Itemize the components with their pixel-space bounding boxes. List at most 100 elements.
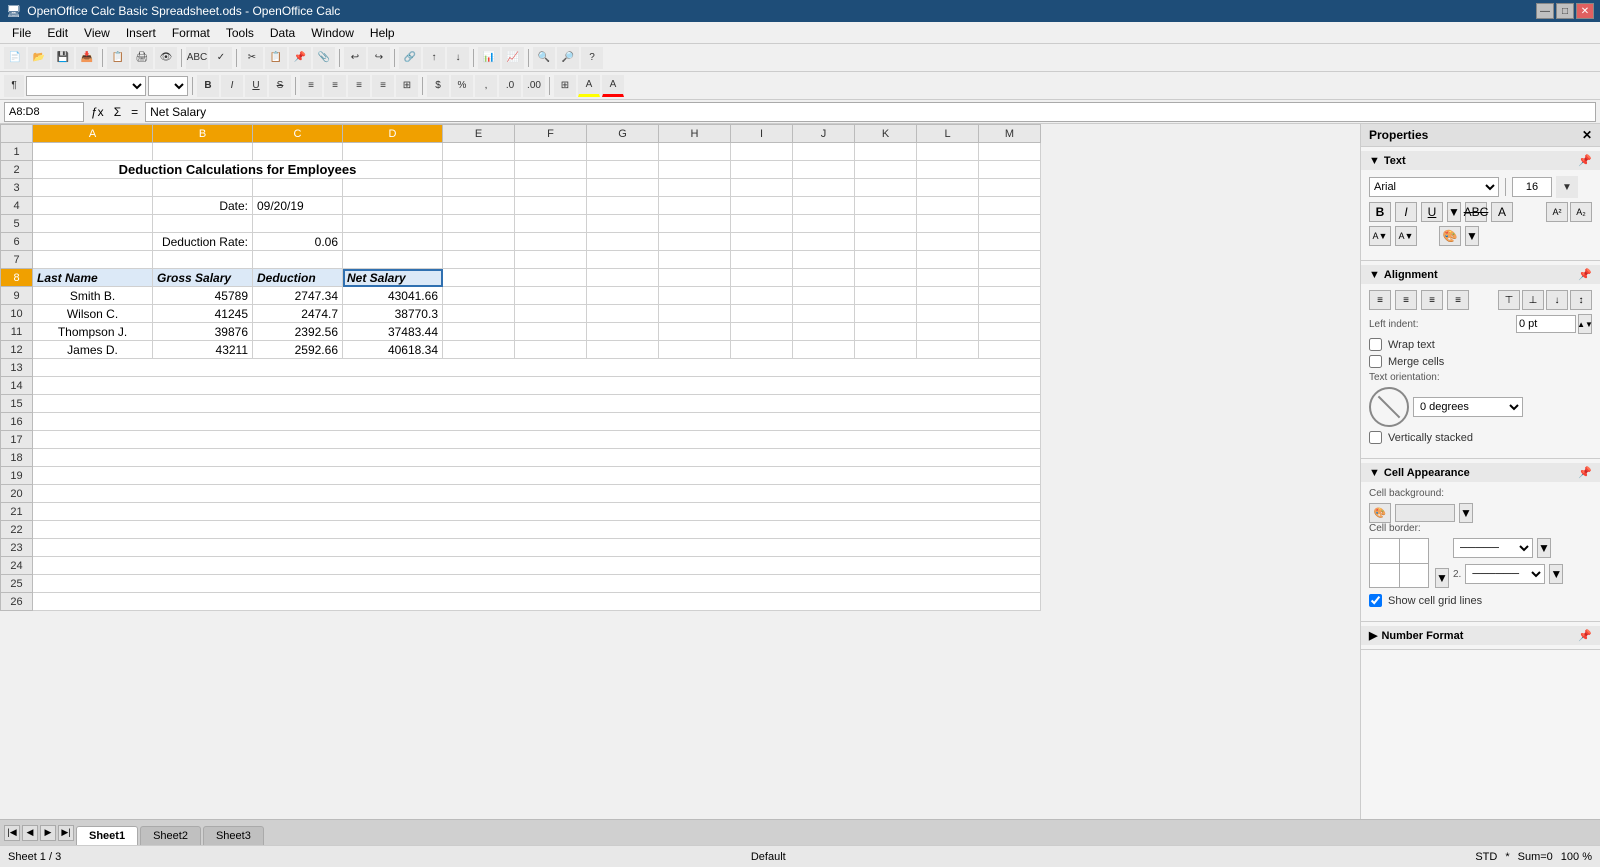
- align-bottom-btn[interactable]: ↓: [1546, 290, 1568, 310]
- cell-g2[interactable]: [587, 161, 659, 179]
- cell-k2[interactable]: [855, 161, 917, 179]
- cell-h10[interactable]: [659, 305, 731, 323]
- cell-k9[interactable]: [855, 287, 917, 305]
- row-header-3[interactable]: 3: [1, 179, 33, 197]
- maximize-button[interactable]: □: [1556, 3, 1574, 19]
- cell-d8[interactable]: Net Salary: [343, 269, 443, 287]
- cell-g12[interactable]: [587, 341, 659, 359]
- left-indent-input[interactable]: [1516, 315, 1576, 333]
- cell-l4[interactable]: [917, 197, 979, 215]
- strikethrough-button[interactable]: S: [269, 75, 291, 97]
- open-button[interactable]: 📂: [28, 47, 50, 69]
- cell-f10[interactable]: [515, 305, 587, 323]
- row-header-23[interactable]: 23: [1, 539, 33, 557]
- menu-window[interactable]: Window: [303, 24, 362, 42]
- cell-j2[interactable]: [793, 161, 855, 179]
- cell-m4[interactable]: [979, 197, 1041, 215]
- cell-h4[interactable]: [659, 197, 731, 215]
- preview-button[interactable]: 👁: [155, 47, 177, 69]
- vertically-stacked-checkbox[interactable]: [1369, 431, 1382, 444]
- close-button[interactable]: ✕: [1576, 3, 1594, 19]
- cell-m5[interactable]: [979, 215, 1041, 233]
- panel-font-size-input[interactable]: [1512, 177, 1552, 197]
- cell-k4[interactable]: [855, 197, 917, 215]
- text-section-header[interactable]: ▼ Text 📌: [1361, 151, 1600, 170]
- panel-subscript-button[interactable]: A₂: [1570, 202, 1592, 222]
- cell-b10[interactable]: 41245: [153, 305, 253, 323]
- menu-tools[interactable]: Tools: [218, 24, 262, 42]
- dec-increase-button[interactable]: .0: [499, 75, 521, 97]
- cell-m3[interactable]: [979, 179, 1041, 197]
- cell-l2[interactable]: [917, 161, 979, 179]
- cell-row13[interactable]: [33, 359, 1041, 377]
- cell-h11[interactable]: [659, 323, 731, 341]
- align-right-btn[interactable]: ≡: [1421, 290, 1443, 310]
- sheet-tab-next[interactable]: ▶: [40, 825, 56, 841]
- cell-m11[interactable]: [979, 323, 1041, 341]
- sum-icon[interactable]: Σ: [111, 105, 124, 119]
- cell-b9[interactable]: 45789: [153, 287, 253, 305]
- panel-underline-button[interactable]: U: [1421, 202, 1443, 222]
- cell-m8[interactable]: [979, 269, 1041, 287]
- cell-j11[interactable]: [793, 323, 855, 341]
- row-header-1[interactable]: 1: [1, 143, 33, 161]
- panel-strikethrough-button[interactable]: ABC: [1465, 202, 1487, 222]
- cell-row23[interactable]: [33, 539, 1041, 557]
- panel-close-button[interactable]: ✕: [1582, 128, 1592, 142]
- cell-c5[interactable]: [253, 215, 343, 233]
- col-header-i[interactable]: I: [731, 125, 793, 143]
- cell-d3[interactable]: [343, 179, 443, 197]
- merge-button[interactable]: ⊞: [396, 75, 418, 97]
- col-header-g[interactable]: G: [587, 125, 659, 143]
- row-header-16[interactable]: 16: [1, 413, 33, 431]
- panel-bold-button[interactable]: B: [1369, 202, 1391, 222]
- cell-row21[interactable]: [33, 503, 1041, 521]
- cell-l7[interactable]: [917, 251, 979, 269]
- cell-h9[interactable]: [659, 287, 731, 305]
- cell-d11[interactable]: 37483.44: [343, 323, 443, 341]
- menu-help[interactable]: Help: [362, 24, 403, 42]
- cell-k7[interactable]: [855, 251, 917, 269]
- show-grid-lines-checkbox[interactable]: [1369, 594, 1382, 607]
- bg-color-button[interactable]: A: [578, 75, 600, 97]
- sheet-tab-sheet1[interactable]: Sheet1: [76, 826, 138, 845]
- cell-f9[interactable]: [515, 287, 587, 305]
- row-header-2[interactable]: 2: [1, 161, 33, 179]
- row-header-24[interactable]: 24: [1, 557, 33, 575]
- currency-button[interactable]: $: [427, 75, 449, 97]
- redo-button[interactable]: ↪: [368, 47, 390, 69]
- cell-row20[interactable]: [33, 485, 1041, 503]
- cell-row14[interactable]: [33, 377, 1041, 395]
- cell-j9[interactable]: [793, 287, 855, 305]
- row-header-8[interactable]: 8: [1, 269, 33, 287]
- percent-button[interactable]: %: [451, 75, 473, 97]
- cell-l6[interactable]: [917, 233, 979, 251]
- cell-h1[interactable]: [659, 143, 731, 161]
- cell-j5[interactable]: [793, 215, 855, 233]
- spellcheck-button[interactable]: ABC: [186, 47, 208, 69]
- styles-dropdown[interactable]: ¶: [4, 75, 24, 97]
- cell-e5[interactable]: [443, 215, 515, 233]
- panel-font-name-select[interactable]: Arial: [1369, 177, 1499, 197]
- panel-superscript-button[interactable]: A²: [1546, 202, 1568, 222]
- border-style-select[interactable]: ─────: [1453, 538, 1533, 558]
- col-header-h[interactable]: H: [659, 125, 731, 143]
- cell-h6[interactable]: [659, 233, 731, 251]
- hyperlink-button[interactable]: 🔗: [399, 47, 421, 69]
- new-button[interactable]: 📄: [4, 47, 26, 69]
- menu-file[interactable]: File: [4, 24, 39, 42]
- panel-font-size-dropdown[interactable]: ▼: [1556, 176, 1578, 198]
- cell-e6[interactable]: [443, 233, 515, 251]
- cell-row25[interactable]: [33, 575, 1041, 593]
- cell-c9[interactable]: 2747.34: [253, 287, 343, 305]
- cell-b3[interactable]: [153, 179, 253, 197]
- cell-d9[interactable]: 43041.66: [343, 287, 443, 305]
- cell-g11[interactable]: [587, 323, 659, 341]
- cell-k11[interactable]: [855, 323, 917, 341]
- cell-a6[interactable]: [33, 233, 153, 251]
- indent-spinner[interactable]: ▲▼: [1578, 314, 1592, 334]
- cell-i5[interactable]: [731, 215, 793, 233]
- row-header-21[interactable]: 21: [1, 503, 33, 521]
- cell-c3[interactable]: [253, 179, 343, 197]
- row-header-25[interactable]: 25: [1, 575, 33, 593]
